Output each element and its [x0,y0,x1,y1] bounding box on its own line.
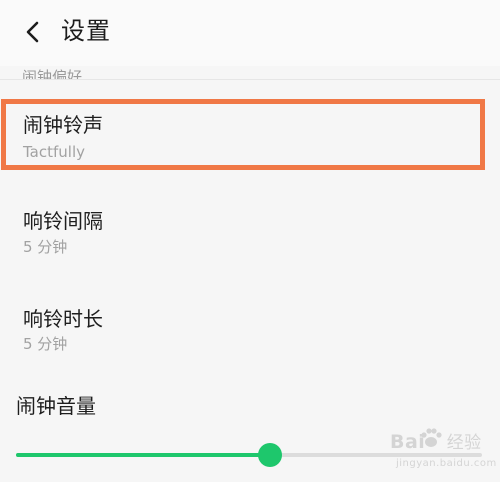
setting-item-label: 响铃间隔 [23,209,103,233]
setting-item-value: 5 分钟 [23,238,68,256]
page-title: 设置 [61,17,111,45]
setting-item-snooze-interval[interactable]: 响铃间隔 5 分钟 [0,200,500,264]
top-bar: 设置 [0,0,500,66]
section-header: 闹钟偏好 [22,68,83,80]
slider-fill [16,453,270,457]
chevron-left-icon [26,21,39,43]
section-divider [0,79,500,80]
watermark-url: jingyan.baidu.com [396,458,497,469]
back-button[interactable] [18,17,48,47]
setting-item-label: 响铃时长 [23,307,103,331]
slider-thumb[interactable] [257,443,282,467]
watermark: Bai 经验 jingyan.baidu.com [386,426,496,476]
setting-item-value: 5 分钟 [23,335,68,353]
setting-item-value: Tactfully [23,143,85,161]
volume-label: 闹钟音量 [16,394,96,418]
setting-item-ring-duration[interactable]: 响铃时长 5 分钟 [0,298,500,362]
setting-item-ringtone[interactable]: 闹钟铃声 Tactfully [0,104,500,168]
setting-item-label: 闹钟铃声 [23,113,103,137]
paw-icon [421,428,442,447]
